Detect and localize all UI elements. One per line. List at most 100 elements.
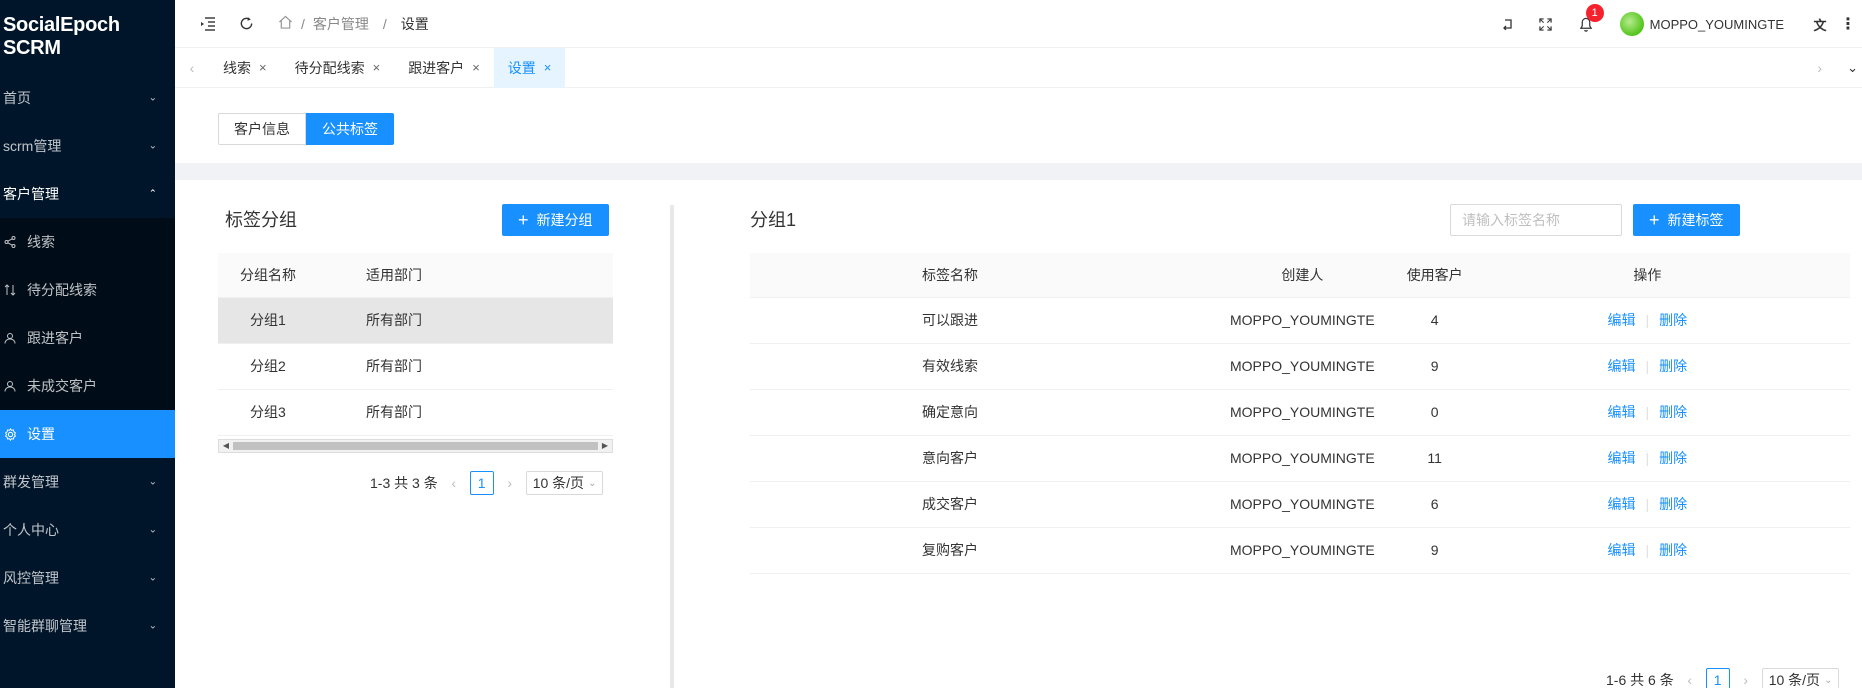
column-header-creator: 创建人	[1150, 253, 1375, 298]
edit-link[interactable]: 编辑	[1608, 496, 1636, 512]
tags-table: 标签名称 创建人 使用客户 操作 可以跟进 MOPPO_YOUMINGTE 4 …	[750, 253, 1850, 574]
home-icon[interactable]	[278, 15, 293, 32]
tabs-scroll-right-icon[interactable]: ›	[1817, 60, 1822, 76]
edit-link[interactable]: 编辑	[1608, 542, 1636, 558]
sidebar-item-follow-customers[interactable]: 跟进客户	[0, 314, 175, 362]
edit-link[interactable]: 编辑	[1608, 358, 1636, 374]
tab-settings[interactable]: 设置 ×	[493, 47, 566, 88]
swap-icon	[3, 284, 17, 296]
customer-submenu: 线索 待分配线索 跟进客户 未成交客户 设置	[0, 218, 175, 458]
creator-cell: MOPPO_YOUMINGTE	[1150, 527, 1375, 574]
refresh-icon[interactable]	[236, 14, 256, 34]
column-header-usage: 使用客户	[1374, 253, 1495, 298]
delete-link[interactable]: 删除	[1659, 450, 1687, 466]
scroll-left-arrow-icon[interactable]: ◀	[219, 440, 233, 452]
pagination-total: 1-3 共 3 条	[370, 475, 438, 491]
delete-link[interactable]: 删除	[1659, 542, 1687, 558]
usage-cell: 0	[1374, 389, 1495, 436]
chevron-down-icon: ⌄	[148, 572, 157, 584]
close-icon[interactable]: ×	[544, 60, 552, 75]
chevron-down-icon: ⌄	[148, 92, 157, 104]
action-separator: |	[1645, 312, 1650, 328]
return-icon[interactable]	[1498, 14, 1518, 34]
close-icon[interactable]: ×	[373, 60, 381, 75]
plus-icon: +	[518, 210, 529, 230]
sidebar-item-settings[interactable]: 设置	[0, 410, 175, 458]
prev-page-icon[interactable]: ‹	[1682, 672, 1698, 688]
segment-public-tags[interactable]: 公共标签	[306, 113, 394, 145]
table-row[interactable]: 分组2 所有部门	[218, 343, 613, 390]
menu-fold-icon[interactable]	[198, 14, 218, 34]
next-page-icon[interactable]: ›	[502, 475, 518, 491]
sidebar-item-customer[interactable]: 客户管理 ⌃	[0, 170, 175, 218]
delete-link[interactable]: 删除	[1659, 312, 1687, 328]
notification-badge: 1	[1585, 4, 1604, 22]
tabs-scroll-left-icon[interactable]: ‹	[175, 60, 209, 76]
new-tag-button[interactable]: + 新建标签	[1633, 204, 1740, 236]
username[interactable]: MOPPO_YOUMINGTE	[1650, 17, 1784, 32]
sidebar: SocialEpoch SCRM 首页 ⌄ scrm管理 ⌄ 客户管理 ⌃ 线索…	[0, 0, 175, 688]
tag-search-input[interactable]	[1450, 204, 1622, 236]
new-group-label: 新建分组	[536, 212, 593, 228]
tab-label: 跟进客户	[408, 59, 465, 76]
user-icon	[3, 332, 17, 344]
tabs-bar: ‹ 线索 × 待分配线索 × 跟进客户 × 设置 × › ⌄	[175, 47, 1862, 88]
scrollbar-thumb[interactable]	[233, 442, 598, 450]
tab-pending-leads[interactable]: 待分配线索 ×	[281, 48, 395, 88]
scroll-right-arrow-icon[interactable]: ▶	[598, 440, 612, 452]
translate-icon[interactable]: 文	[1810, 14, 1830, 34]
fullscreen-icon[interactable]	[1536, 14, 1556, 34]
sidebar-item-scrm[interactable]: scrm管理 ⌄	[0, 122, 175, 170]
sidebar-item-pending-leads[interactable]: 待分配线索	[0, 266, 175, 314]
breadcrumb: / 客户管理 / 设置	[278, 14, 429, 34]
edit-link[interactable]: 编辑	[1608, 404, 1636, 420]
sidebar-item-broadcast[interactable]: 群发管理 ⌄	[0, 458, 175, 506]
tag-name-cell: 可以跟进	[750, 297, 1150, 344]
plus-icon: +	[1649, 210, 1660, 230]
more-vertical-icon[interactable]: ⋮	[1838, 14, 1858, 34]
page-number[interactable]: 1	[469, 471, 494, 495]
tag-name-cell: 意向客户	[750, 435, 1150, 482]
sidebar-item-home[interactable]: 首页 ⌄	[0, 74, 175, 122]
segment-customer-info[interactable]: 客户信息	[218, 113, 306, 145]
sidebar-item-group-chat[interactable]: 智能群聊管理 ⌄	[0, 602, 175, 650]
sidebar-item-label: 群发管理	[3, 474, 59, 490]
prev-page-icon[interactable]: ‹	[446, 475, 462, 491]
tab-follow-customers[interactable]: 跟进客户 ×	[394, 48, 494, 88]
avatar[interactable]	[1619, 12, 1644, 36]
tab-leads[interactable]: 线索 ×	[209, 48, 281, 88]
actions-cell: 编辑 | 删除	[1494, 297, 1850, 344]
sidebar-item-label: 设置	[27, 426, 55, 442]
sidebar-item-unclosed-customers[interactable]: 未成交客户	[0, 362, 175, 410]
horizontal-scrollbar[interactable]: ◀ ▶	[218, 439, 613, 453]
chevron-down-icon: ⌄	[148, 620, 157, 632]
page-size-select[interactable]: 10 条/页 ⌄	[1761, 668, 1840, 688]
action-separator: |	[1645, 496, 1650, 512]
header-actions: 1 MOPPO_YOUMINGTE 文 ⋮	[1498, 0, 1862, 48]
next-page-icon[interactable]: ›	[1738, 672, 1754, 688]
table-row[interactable]: 分组3 所有部门	[218, 389, 613, 436]
group-dept-cell: 所有部门	[366, 343, 613, 390]
close-icon[interactable]: ×	[472, 60, 480, 75]
close-icon[interactable]: ×	[259, 60, 267, 75]
delete-link[interactable]: 删除	[1659, 496, 1687, 512]
delete-link[interactable]: 删除	[1659, 404, 1687, 420]
bell-icon[interactable]: 1	[1576, 4, 1604, 34]
usage-cell: 11	[1374, 435, 1495, 482]
sidebar-item-label: 个人中心	[3, 522, 59, 538]
edit-link[interactable]: 编辑	[1608, 312, 1636, 328]
sidebar-item-personal[interactable]: 个人中心 ⌄	[0, 506, 175, 554]
breadcrumb-item[interactable]: 客户管理	[313, 14, 369, 34]
page-size-select[interactable]: 10 条/页 ⌄	[525, 471, 604, 495]
delete-link[interactable]: 删除	[1659, 358, 1687, 374]
table-row: 有效线索 MOPPO_YOUMINGTE 9 编辑 | 删除	[750, 343, 1850, 390]
table-row[interactable]: 分组1 所有部门	[218, 297, 613, 344]
tabs-more-icon[interactable]: ⌄	[1847, 60, 1858, 76]
sidebar-item-leads[interactable]: 线索	[0, 218, 175, 266]
page-number[interactable]: 1	[1705, 668, 1730, 688]
sidebar-item-label: 风控管理	[3, 570, 59, 586]
breadcrumb-separator: /	[382, 15, 387, 32]
sidebar-item-risk[interactable]: 风控管理 ⌄	[0, 554, 175, 602]
edit-link[interactable]: 编辑	[1608, 450, 1636, 466]
new-group-button[interactable]: + 新建分组	[502, 204, 609, 236]
